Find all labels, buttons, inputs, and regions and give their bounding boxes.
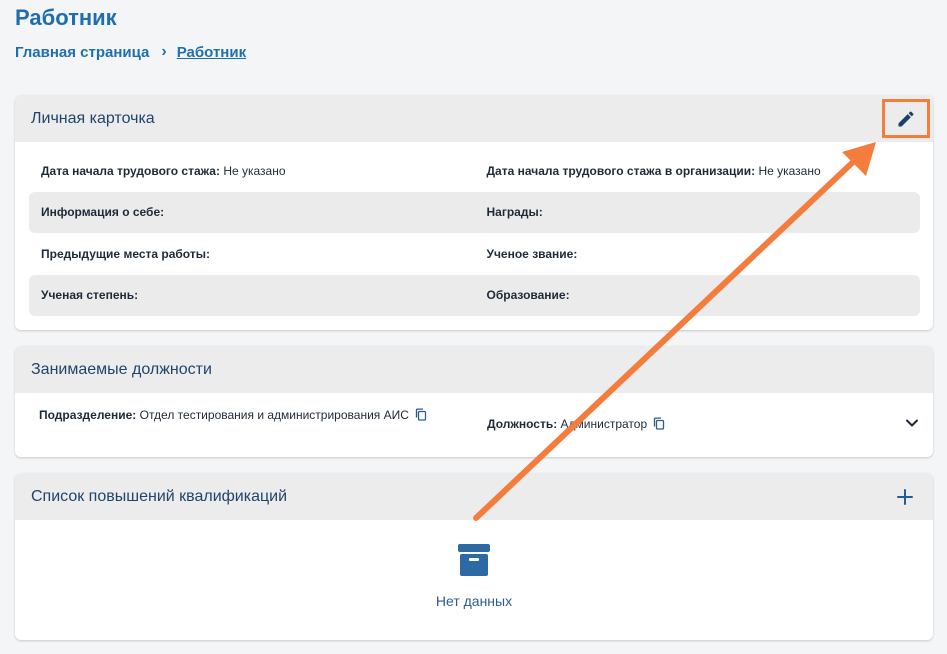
chevron-down-icon[interactable] xyxy=(905,418,919,428)
academic-title: Ученое звание: xyxy=(486,246,578,261)
info-row: Информация о себе: Награды: xyxy=(29,191,920,233)
archive-box-icon xyxy=(458,544,490,576)
org-work-start-date: Дата начала трудового стажа в организаци… xyxy=(486,163,821,178)
personal-card-title: Личная карточка xyxy=(31,109,155,127)
education: Образование: xyxy=(486,288,570,303)
page-title: Работник xyxy=(15,5,117,30)
add-qualification-button[interactable] xyxy=(893,485,917,509)
previous-workplaces: Предыдущие места работы: xyxy=(41,246,210,261)
qualifications-card: Список повышений квалификаций Нет данных xyxy=(15,473,933,640)
positions-card-header: Занимаемые должности xyxy=(15,346,933,393)
info-row: Ученая степень: Образование: xyxy=(29,274,920,316)
position-field: Должность: Администратор xyxy=(487,417,665,431)
empty-state: Нет данных xyxy=(15,543,933,609)
edit-button[interactable] xyxy=(882,99,930,138)
positions-card: Занимаемые должности Подразделение: Отде… xyxy=(15,346,933,457)
department-field: Подразделение: Отдел тестирования и адми… xyxy=(39,408,449,423)
personal-card-header: Личная карточка xyxy=(15,95,933,142)
academic-degree: Ученая степень: xyxy=(41,288,139,303)
personal-card: Личная карточка Дата начала трудового ст… xyxy=(15,95,933,330)
qualifications-card-header: Список повышений квалификаций xyxy=(15,473,933,520)
info-row: Дата начала трудового стажа: Не указано … xyxy=(29,150,920,192)
pencil-icon xyxy=(898,110,914,126)
breadcrumb: Главная страница › Работник xyxy=(15,43,246,61)
work-start-date: Дата начала трудового стажа: Не указано xyxy=(41,163,286,178)
copy-icon[interactable] xyxy=(415,408,427,421)
about-info: Информация о себе: xyxy=(41,205,165,220)
plus-icon xyxy=(897,488,913,505)
breadcrumb-separator: › xyxy=(161,43,167,60)
empty-state-text: Нет данных xyxy=(435,593,513,609)
positions-card-title: Занимаемые должности xyxy=(31,360,212,378)
info-row: Предыдущие места работы: Ученое звание: xyxy=(29,233,920,275)
awards: Награды: xyxy=(486,205,543,220)
copy-icon[interactable] xyxy=(653,417,665,430)
qualifications-card-title: Список повышений квалификаций xyxy=(31,487,288,505)
personal-info-grid: Дата начала трудового стажа: Не указано … xyxy=(29,150,920,316)
breadcrumb-home-link[interactable]: Главная страница xyxy=(15,44,149,61)
breadcrumb-current-link[interactable]: Работник xyxy=(177,44,246,61)
